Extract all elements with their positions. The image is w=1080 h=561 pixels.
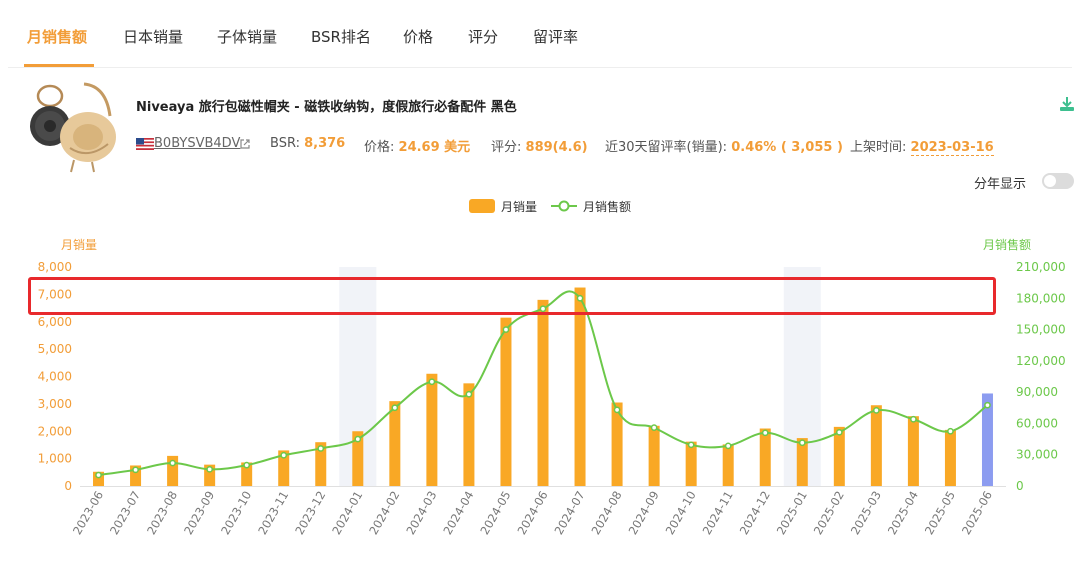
x-axis-tick-label: 2025-04 (885, 489, 921, 538)
right-axis-tick-label: 0 (1016, 479, 1024, 493)
revenue-point-2024-02 (391, 404, 399, 412)
bar-2024-05 (500, 317, 512, 486)
left-axis-tick-label: 2,000 (38, 424, 72, 438)
revenue-point-2023-12 (317, 445, 325, 452)
revenue-point-2023-10 (243, 461, 251, 469)
bar-2024-04 (463, 383, 475, 486)
x-axis-tick-label: 2024-05 (477, 488, 513, 537)
bar-2024-03 (426, 373, 438, 486)
right-axis-tick-label: 180,000 (1016, 291, 1066, 305)
x-axis-tick-label: 2024-04 (440, 489, 476, 538)
revenue-point-2025-05 (947, 427, 954, 435)
revenue-point-2024-04 (465, 390, 473, 398)
right-axis-tick-label: 120,000 (1016, 354, 1066, 368)
right-axis-tick-label: 210,000 (1016, 260, 1066, 274)
left-axis-tick-label: 0 (64, 479, 72, 493)
bar-2024-02 (389, 401, 401, 486)
bar-2025-04 (907, 416, 919, 486)
x-axis-tick-label: 2023-12 (292, 489, 328, 538)
bar-2025-02 (833, 426, 845, 486)
bar-2025-03 (870, 405, 882, 486)
x-axis-tick-label: 2024-09 (626, 489, 662, 538)
revenue-point-2023-06 (95, 471, 102, 479)
right-axis-tick-label: 60,000 (1016, 416, 1058, 430)
right-axis-tick-label: 30,000 (1016, 448, 1058, 462)
bar-2024-12 (759, 428, 771, 486)
x-axis-tick-label: 2023-07 (107, 489, 143, 538)
x-axis-tick-label: 2025-02 (811, 489, 847, 538)
highlight-box (28, 277, 996, 315)
x-axis-tick-label: 2025-06 (959, 489, 995, 538)
revenue-point-2025-06 (984, 401, 991, 409)
left-axis-tick-label: 5,000 (38, 342, 72, 356)
bar-2024-06 (537, 299, 549, 486)
bar-2024-09 (648, 425, 660, 486)
revenue-point-2024-12 (761, 429, 769, 437)
revenue-point-2024-01 (354, 435, 362, 443)
x-axis-tick-label: 2023-06 (70, 489, 106, 538)
left-axis-tick-label: 3,000 (38, 397, 72, 411)
revenue-point-2024-09 (650, 424, 658, 431)
revenue-point-2023-08 (169, 459, 176, 467)
revenue-point-2024-05 (502, 326, 510, 333)
revenue-point-2023-09 (206, 465, 213, 473)
x-axis-tick-label: 2024-12 (737, 489, 773, 538)
x-axis-tick-label: 2024-08 (589, 489, 625, 538)
x-axis-tick-label: 2025-01 (774, 489, 810, 538)
x-axis-tick-label: 2025-03 (848, 489, 884, 538)
revenue-point-2024-08 (613, 406, 621, 414)
left-axis-tick-label: 8,000 (38, 260, 72, 274)
revenue-point-2023-07 (132, 466, 139, 474)
x-axis-tick-label: 2025-05 (922, 489, 958, 538)
x-axis-tick-label: 2023-09 (181, 489, 217, 538)
x-axis-tick-label: 2024-02 (366, 489, 402, 538)
bar-2024-11 (722, 444, 734, 486)
left-axis-tick-label: 4,000 (38, 370, 72, 384)
right-axis-tick-label: 90,000 (1016, 385, 1058, 399)
left-axis-tick-label: 6,000 (38, 315, 72, 329)
revenue-point-2024-11 (724, 442, 732, 450)
revenue-point-2025-04 (910, 415, 917, 423)
x-axis-tick-label: 2023-08 (144, 489, 180, 538)
bar-2025-05 (944, 429, 956, 486)
x-axis-tick-label: 2024-11 (700, 489, 736, 538)
revenue-point-2024-03 (428, 378, 436, 386)
revenue-point-2024-10 (687, 441, 695, 449)
x-axis-tick-label: 2024-01 (329, 489, 365, 538)
x-axis-tick-label: 2024-03 (403, 489, 439, 538)
bar-2024-10 (685, 441, 697, 486)
x-axis-tick-label: 2024-06 (514, 489, 550, 538)
x-axis-tick-label: 2024-10 (663, 489, 699, 538)
x-axis-tick-label: 2023-10 (218, 489, 254, 538)
revenue-point-2023-11 (280, 451, 288, 459)
revenue-point-2025-02 (835, 428, 843, 436)
x-axis-tick-label: 2024-07 (551, 489, 587, 538)
x-axis-tick-label: 2023-11 (255, 489, 291, 538)
bar-2024-07 (574, 287, 586, 486)
right-axis-tick-label: 150,000 (1016, 323, 1066, 337)
left-axis-tick-label: 1,000 (38, 452, 72, 466)
revenue-point-2025-03 (873, 407, 880, 414)
revenue-point-2025-01 (798, 439, 806, 447)
